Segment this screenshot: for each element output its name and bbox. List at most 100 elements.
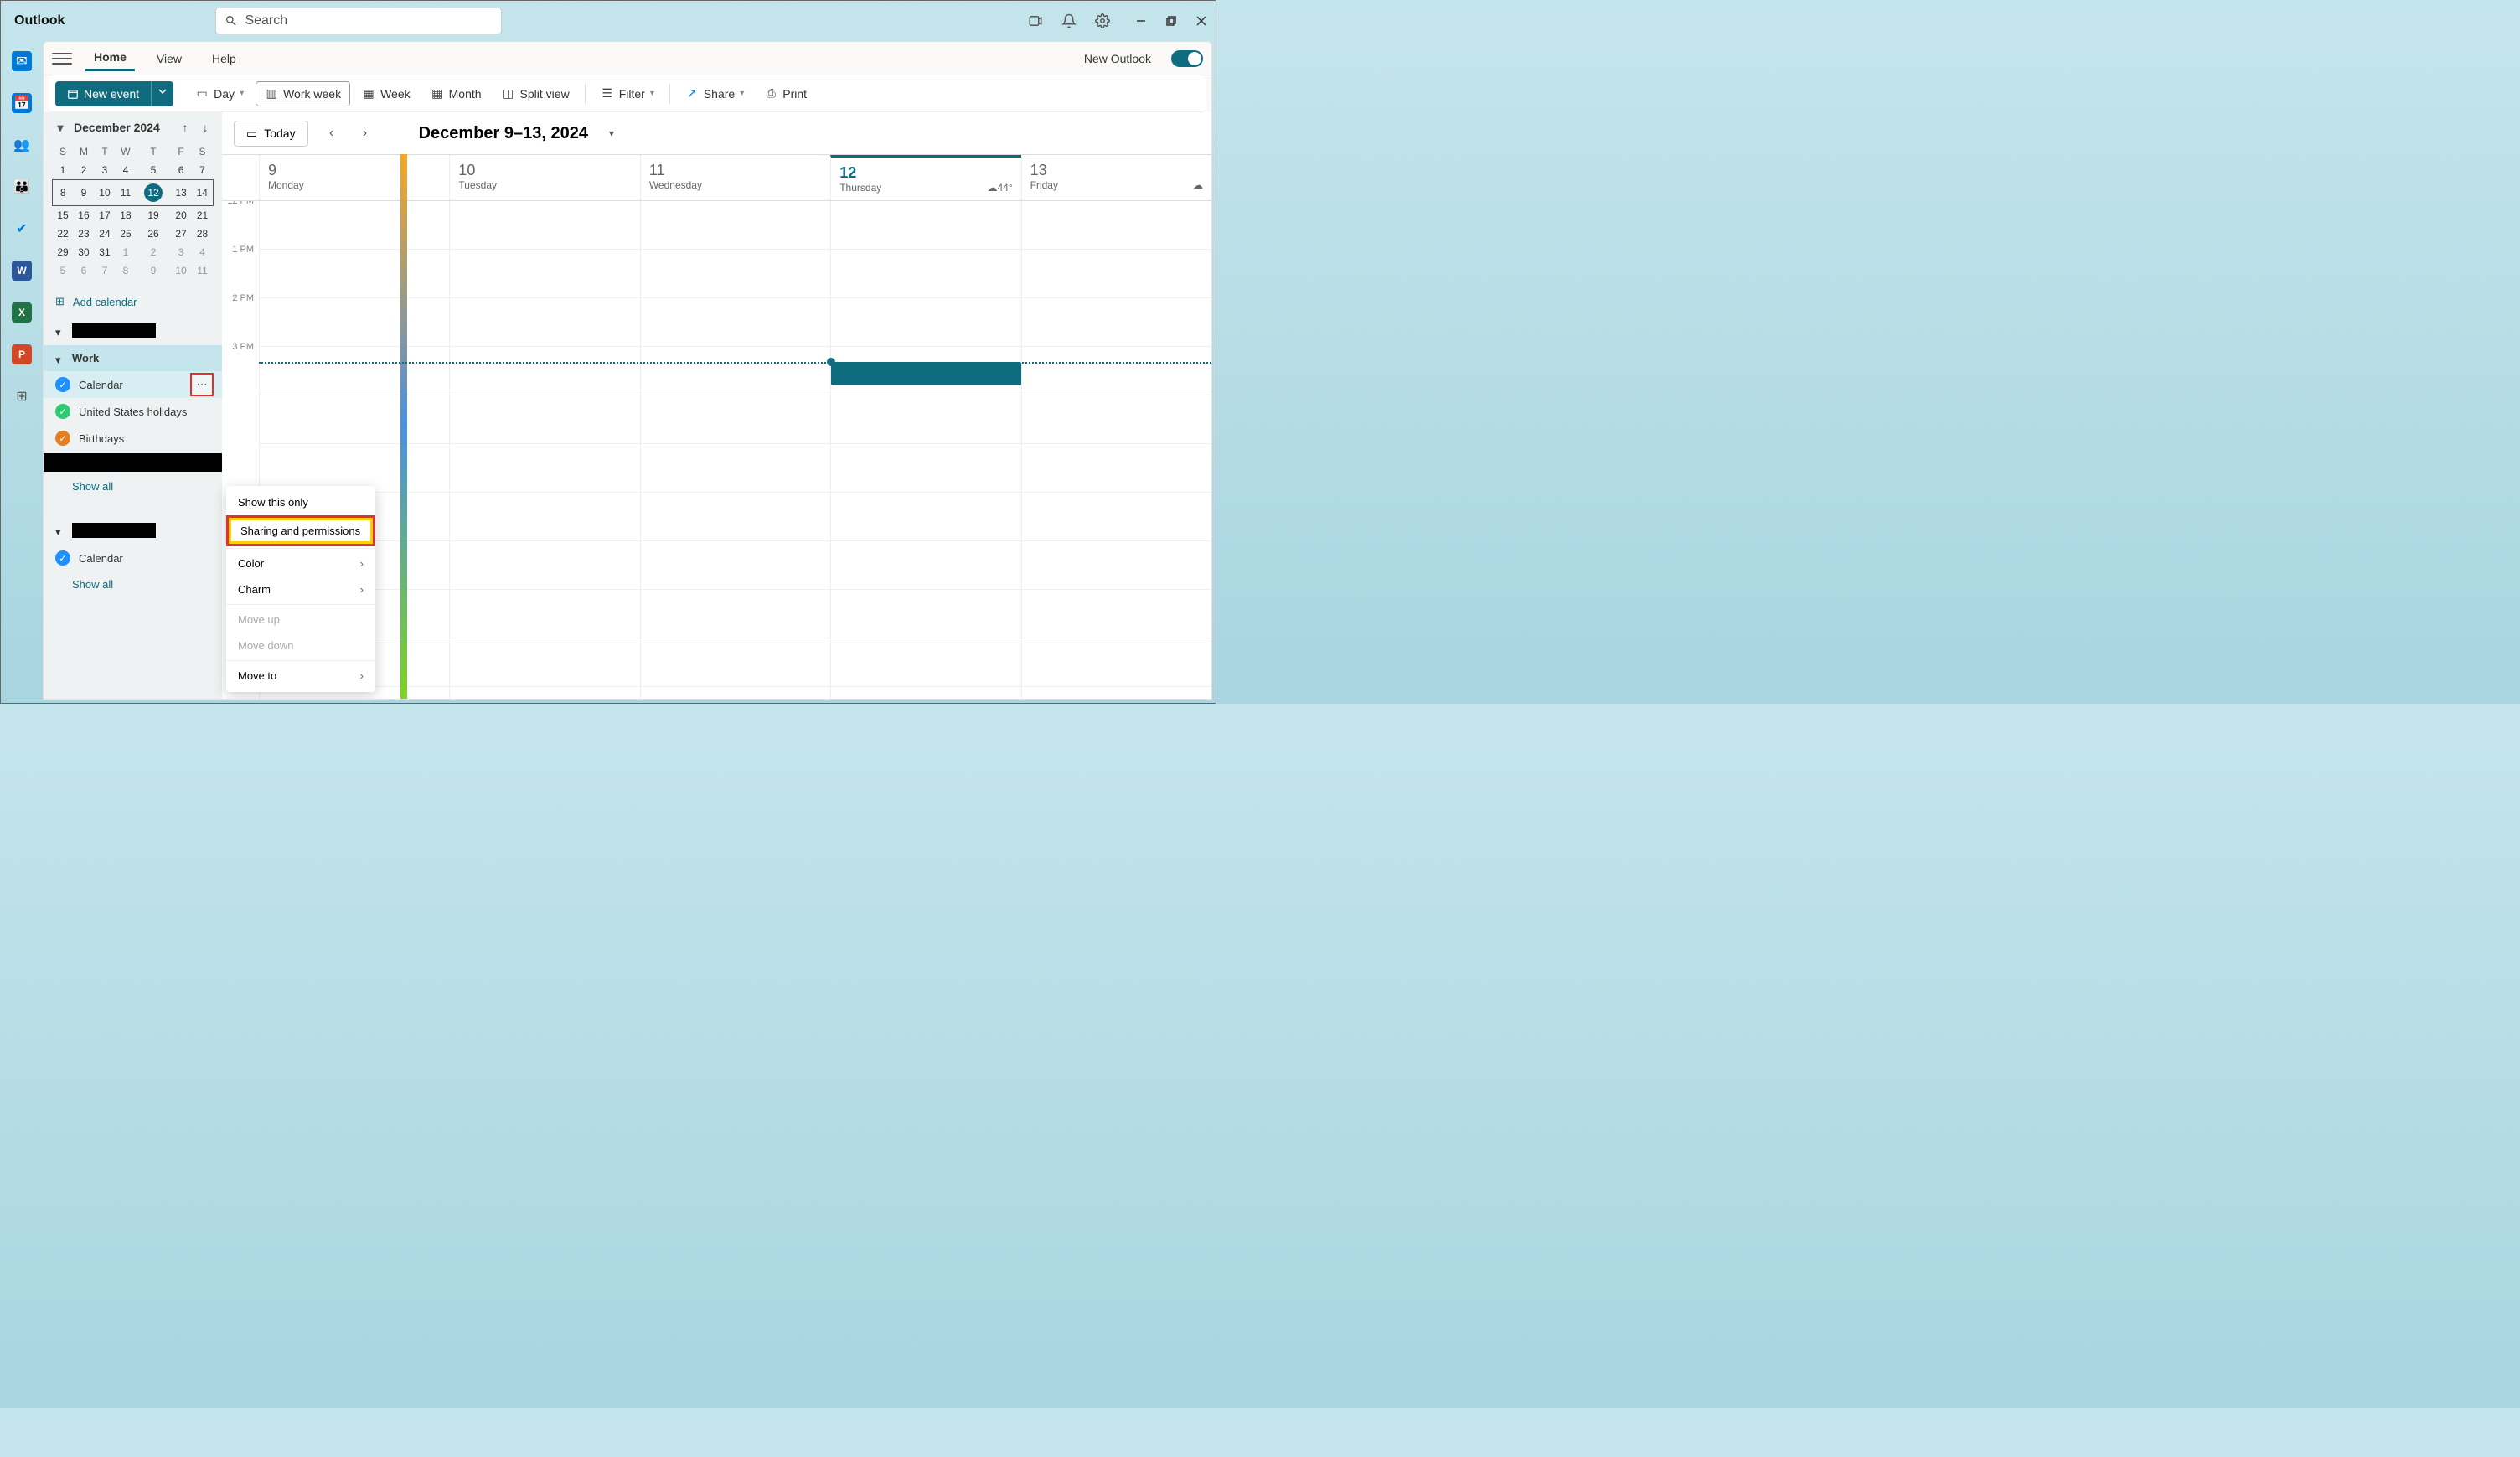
split-view-button[interactable]: ◫Split view: [493, 82, 578, 106]
work-week-view-button[interactable]: ▥Work week: [256, 81, 350, 106]
mini-calendar[interactable]: SMTWTFS123456789101112131415161718192021…: [44, 142, 222, 287]
settings-icon[interactable]: [1095, 13, 1110, 28]
mini-calendar-day[interactable]: 26: [136, 225, 170, 243]
mini-calendar-day[interactable]: 5: [136, 161, 170, 180]
mini-calendar-day[interactable]: 4: [115, 161, 136, 180]
ctx-sharing-permissions[interactable]: Sharing and permissions: [226, 515, 375, 546]
prev-week-button[interactable]: ‹: [322, 123, 342, 143]
tab-help[interactable]: Help: [204, 47, 245, 70]
next-week-button[interactable]: ›: [355, 123, 375, 143]
day-header[interactable]: 10Tuesday: [449, 155, 639, 200]
mini-calendar-day[interactable]: 6: [73, 261, 94, 280]
mini-calendar-day[interactable]: 13: [171, 180, 192, 206]
tab-view[interactable]: View: [148, 47, 190, 70]
mini-calendar-day[interactable]: 22: [53, 225, 74, 243]
more-apps-icon[interactable]: ⊞: [12, 386, 32, 406]
mini-calendar-day[interactable]: 10: [94, 180, 115, 206]
people-icon[interactable]: 👥: [12, 135, 32, 155]
mini-calendar-day[interactable]: 29: [53, 243, 74, 261]
mini-calendar-day[interactable]: 27: [171, 225, 192, 243]
mini-calendar-day[interactable]: 24: [94, 225, 115, 243]
ctx-charm[interactable]: Charm›: [226, 576, 375, 602]
hamburger-icon[interactable]: [52, 49, 72, 69]
mini-calendar-day[interactable]: 16: [73, 206, 94, 225]
mini-calendar-day[interactable]: 7: [94, 261, 115, 280]
mini-calendar-day[interactable]: 1: [53, 161, 74, 180]
new-outlook-toggle[interactable]: [1171, 50, 1203, 67]
mini-calendar-day[interactable]: 14: [192, 180, 214, 206]
mini-calendar-day[interactable]: 23: [73, 225, 94, 243]
day-column[interactable]: [640, 201, 830, 699]
todo-icon[interactable]: ✔: [12, 219, 32, 239]
mini-calendar-day[interactable]: 30: [73, 243, 94, 261]
day-column[interactable]: [830, 201, 1020, 699]
date-picker-chevron[interactable]: ▾: [602, 123, 622, 143]
day-header[interactable]: 9Monday: [259, 155, 449, 200]
filter-button[interactable]: ☰Filter▾: [592, 82, 663, 106]
mini-calendar-day[interactable]: 2: [136, 243, 170, 261]
search-input[interactable]: Search: [215, 8, 502, 34]
mini-calendar-day[interactable]: 8: [53, 180, 74, 206]
day-view-button[interactable]: ▭Day▾: [187, 82, 252, 106]
mini-calendar-day[interactable]: 9: [73, 180, 94, 206]
calendar-group-other[interactable]: ▾: [44, 516, 222, 545]
mini-calendar-day[interactable]: 10: [171, 261, 192, 280]
day-header[interactable]: 11Wednesday: [640, 155, 830, 200]
mail-icon[interactable]: ✉: [12, 51, 32, 71]
week-view-button[interactable]: ▦Week: [354, 82, 419, 106]
calendar-group-work[interactable]: ▾ Work: [44, 345, 222, 371]
next-month-button[interactable]: ↓: [199, 121, 212, 134]
mini-calendar-day[interactable]: 2: [73, 161, 94, 180]
today-button[interactable]: ▭ Today: [234, 121, 308, 147]
day-header[interactable]: 12Thursday☁44°: [830, 155, 1020, 200]
calendar-icon[interactable]: 📅: [12, 93, 32, 113]
mini-calendar-day[interactable]: 25: [115, 225, 136, 243]
mini-calendar-day[interactable]: 1: [115, 243, 136, 261]
day-header[interactable]: 13Friday☁: [1021, 155, 1211, 200]
mini-calendar-day[interactable]: 17: [94, 206, 115, 225]
notifications-icon[interactable]: [1061, 13, 1077, 28]
meet-now-icon[interactable]: [1028, 13, 1043, 28]
add-calendar-button[interactable]: ⊞ Add calendar: [44, 287, 222, 317]
calendar-item-calendar2[interactable]: ✓ Calendar: [44, 545, 222, 571]
maximize-button[interactable]: [1165, 15, 1177, 27]
month-label[interactable]: December 2024: [74, 121, 172, 134]
calendar-group-account[interactable]: ▾: [44, 317, 222, 345]
mini-calendar-day[interactable]: 19: [136, 206, 170, 225]
calendar-event[interactable]: [831, 362, 1020, 385]
share-button[interactable]: ↗Share▾: [677, 82, 752, 106]
calendar-item-calendar[interactable]: ✓ Calendar ⋯: [44, 371, 222, 398]
mini-calendar-day[interactable]: 7: [192, 161, 214, 180]
close-button[interactable]: [1195, 15, 1207, 27]
mini-calendar-day[interactable]: 4: [192, 243, 214, 261]
day-column[interactable]: [1021, 201, 1211, 699]
chevron-down-icon[interactable]: ▾: [54, 121, 67, 134]
mini-calendar-day[interactable]: 28: [192, 225, 214, 243]
mini-calendar-day[interactable]: 5: [53, 261, 74, 280]
ctx-show-this-only[interactable]: Show this only: [226, 489, 375, 515]
mini-calendar-day[interactable]: 11: [192, 261, 214, 280]
show-all-link-2[interactable]: Show all: [44, 571, 222, 597]
mini-calendar-day[interactable]: 3: [94, 161, 115, 180]
ctx-color[interactable]: Color›: [226, 550, 375, 576]
day-column[interactable]: [449, 201, 639, 699]
minimize-button[interactable]: [1135, 15, 1147, 27]
new-event-dropdown[interactable]: [151, 81, 173, 106]
powerpoint-icon[interactable]: P: [12, 344, 32, 364]
prev-month-button[interactable]: ↑: [178, 121, 192, 134]
groups-icon[interactable]: 👪: [12, 177, 32, 197]
more-options-button[interactable]: ⋯: [190, 373, 214, 396]
mini-calendar-day[interactable]: 11: [115, 180, 136, 206]
mini-calendar-day[interactable]: 21: [192, 206, 214, 225]
excel-icon[interactable]: X: [12, 302, 32, 323]
mini-calendar-day[interactable]: 20: [171, 206, 192, 225]
mini-calendar-day[interactable]: 15: [53, 206, 74, 225]
show-all-link[interactable]: Show all: [44, 473, 222, 499]
mini-calendar-day[interactable]: 12: [136, 180, 170, 206]
ctx-move-to[interactable]: Move to›: [226, 663, 375, 689]
calendar-item-birthdays[interactable]: ✓ Birthdays: [44, 425, 222, 452]
print-button[interactable]: ⎙Print: [756, 82, 815, 106]
new-event-button[interactable]: New event: [55, 81, 151, 106]
mini-calendar-day[interactable]: 31: [94, 243, 115, 261]
mini-calendar-day[interactable]: 8: [115, 261, 136, 280]
